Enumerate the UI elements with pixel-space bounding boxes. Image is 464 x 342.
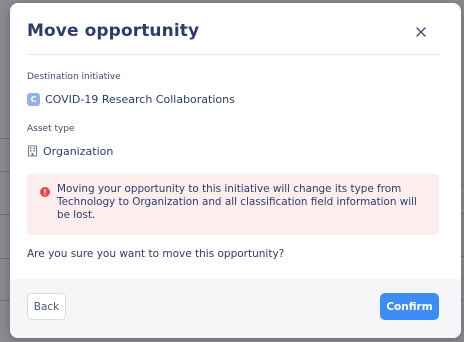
warning-alert: Moving your opportunity to this initiati… bbox=[27, 174, 439, 235]
close-button[interactable] bbox=[412, 23, 430, 41]
modal-footer: Back Confirm bbox=[10, 279, 461, 338]
alert-circle-icon bbox=[40, 187, 50, 197]
asset-type-value: Organization bbox=[27, 143, 113, 159]
asset-type-label: Asset type bbox=[27, 124, 75, 134]
destination-initiative-label: Destination initiative bbox=[27, 72, 121, 82]
initiative-badge-icon: C bbox=[27, 92, 40, 106]
building-icon bbox=[27, 145, 38, 157]
back-button[interactable]: Back bbox=[27, 293, 66, 320]
modal-title: Move opportunity bbox=[27, 21, 200, 41]
confirm-button[interactable]: Confirm bbox=[380, 293, 439, 320]
warning-text: Moving your opportunity to this initiati… bbox=[57, 183, 417, 221]
header-divider bbox=[27, 54, 440, 55]
move-opportunity-modal: Move opportunity Destination initiative … bbox=[10, 3, 461, 338]
destination-initiative-value: C COVID-19 Research Collaborations bbox=[27, 91, 235, 107]
asset-type-name: Organization bbox=[43, 144, 114, 158]
confirm-question: Are you sure you want to move this oppor… bbox=[27, 248, 285, 260]
initiative-name: COVID-19 Research Collaborations bbox=[45, 92, 235, 106]
close-icon bbox=[416, 27, 426, 37]
